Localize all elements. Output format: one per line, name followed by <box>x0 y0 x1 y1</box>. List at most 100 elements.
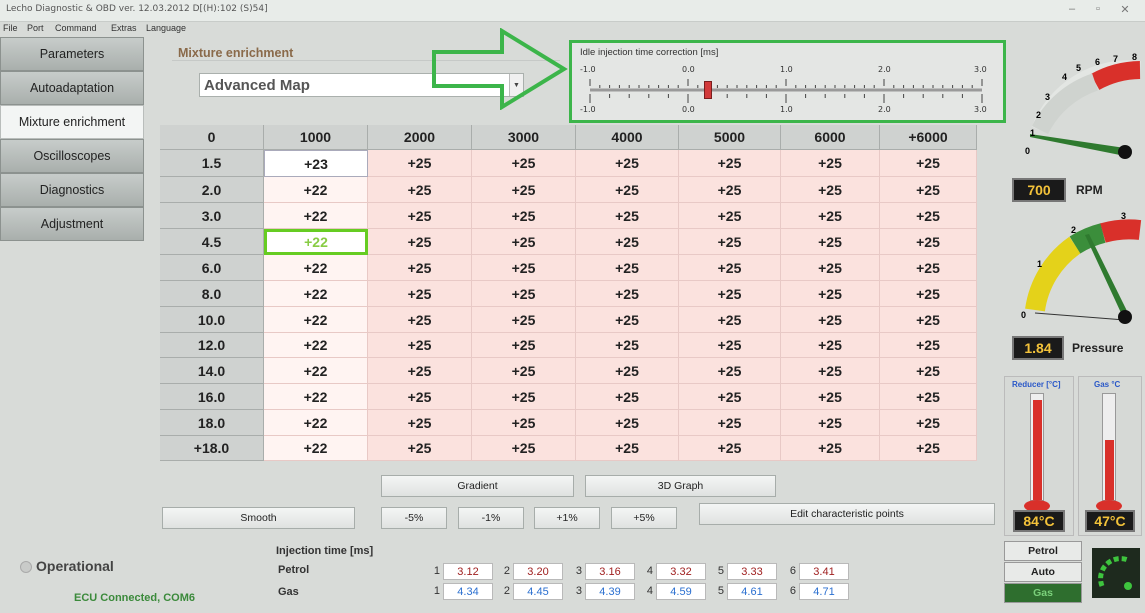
table-cell[interactable]: +22 <box>264 333 368 358</box>
sidebar-item-parameters[interactable]: Parameters <box>0 37 144 71</box>
table-cell[interactable]: +25 <box>472 384 576 410</box>
table-cell[interactable]: +25 <box>781 410 880 436</box>
table-cell[interactable]: +25 <box>679 255 781 281</box>
table-cell[interactable]: +23 <box>264 150 368 177</box>
table-cell[interactable]: +25 <box>576 255 679 281</box>
table-cell[interactable]: +22 <box>264 255 368 281</box>
table-cell[interactable]: +22 <box>264 307 368 333</box>
mode-petrol-button[interactable]: Petrol <box>1004 541 1082 561</box>
table-cell[interactable]: +25 <box>880 333 977 358</box>
edit-points-button[interactable]: Edit characteristic points <box>699 503 995 525</box>
sidebar-item-mixture-enrichment[interactable]: Mixture enrichment <box>0 105 144 139</box>
table-cell[interactable]: +25 <box>880 358 977 384</box>
table-cell[interactable]: +25 <box>880 436 977 461</box>
table-cell[interactable]: +25 <box>781 384 880 410</box>
sidebar-item-diagnostics[interactable]: Diagnostics <box>0 173 144 207</box>
sidebar-item-oscilloscopes[interactable]: Oscilloscopes <box>0 139 144 173</box>
table-cell[interactable]: +22 <box>264 358 368 384</box>
table-cell[interactable]: +22 <box>264 436 368 461</box>
table-cell[interactable]: +25 <box>679 203 781 229</box>
minus-1-button[interactable]: -1% <box>458 507 524 529</box>
table-cell[interactable]: +25 <box>576 358 679 384</box>
table-cell[interactable]: +25 <box>368 150 472 177</box>
table-cell[interactable]: +25 <box>781 333 880 358</box>
gradient-button[interactable]: Gradient <box>381 475 574 497</box>
minimize-button[interactable]: – <box>1065 3 1079 15</box>
table-cell[interactable]: +25 <box>679 436 781 461</box>
table-cell[interactable]: +25 <box>679 150 781 177</box>
plus-1-button[interactable]: +1% <box>534 507 600 529</box>
table-cell[interactable]: +25 <box>472 358 576 384</box>
menu-language[interactable]: Language <box>146 23 186 33</box>
table-cell[interactable]: +25 <box>472 333 576 358</box>
table-cell[interactable]: +25 <box>472 410 576 436</box>
table-cell[interactable]: +25 <box>472 255 576 281</box>
mode-auto-button[interactable]: Auto <box>1004 562 1082 582</box>
table-cell[interactable]: +25 <box>679 307 781 333</box>
table-cell[interactable]: +25 <box>576 307 679 333</box>
menu-extras[interactable]: Extras <box>111 23 137 33</box>
table-cell[interactable]: +25 <box>880 177 977 203</box>
table-cell[interactable]: +25 <box>472 203 576 229</box>
menu-command[interactable]: Command <box>55 23 97 33</box>
table-cell[interactable]: +25 <box>880 229 977 255</box>
table-cell[interactable]: +25 <box>576 410 679 436</box>
table-cell[interactable]: +22 <box>264 384 368 410</box>
table-cell[interactable]: +25 <box>679 410 781 436</box>
close-button[interactable]: ✕ <box>1118 3 1132 16</box>
table-cell[interactable]: +25 <box>472 229 576 255</box>
table-cell[interactable]: +25 <box>368 307 472 333</box>
mode-gas-button[interactable]: Gas <box>1004 583 1082 603</box>
table-cell[interactable]: +25 <box>576 150 679 177</box>
table-cell[interactable]: +25 <box>576 177 679 203</box>
table-cell[interactable]: +25 <box>880 203 977 229</box>
table-cell[interactable]: +25 <box>880 281 977 307</box>
table-cell[interactable]: +25 <box>472 307 576 333</box>
table-cell[interactable]: +25 <box>781 358 880 384</box>
table-cell[interactable]: +25 <box>576 203 679 229</box>
table-cell[interactable]: +25 <box>368 203 472 229</box>
menu-port[interactable]: Port <box>27 23 44 33</box>
table-cell[interactable]: +25 <box>679 384 781 410</box>
table-cell[interactable]: +25 <box>679 229 781 255</box>
plus-5-button[interactable]: +5% <box>611 507 677 529</box>
menu-file[interactable]: File <box>3 23 18 33</box>
sidebar-item-autoadaptation[interactable]: Autoadaptation <box>0 71 144 105</box>
table-cell[interactable]: +25 <box>679 177 781 203</box>
table-cell[interactable]: +25 <box>576 229 679 255</box>
table-cell[interactable]: +25 <box>679 333 781 358</box>
table-cell[interactable]: +22 <box>264 410 368 436</box>
table-cell[interactable]: +25 <box>880 307 977 333</box>
table-cell[interactable]: +22 <box>264 281 368 307</box>
table-cell[interactable]: +25 <box>472 177 576 203</box>
table-cell[interactable]: +25 <box>472 150 576 177</box>
idle-slider-thumb[interactable] <box>703 81 712 99</box>
table-cell[interactable]: +22 <box>264 229 368 255</box>
sidebar-item-adjustment[interactable]: Adjustment <box>0 207 144 241</box>
table-cell[interactable]: +25 <box>472 281 576 307</box>
table-cell[interactable]: +25 <box>781 436 880 461</box>
table-cell[interactable]: +25 <box>679 281 781 307</box>
smooth-button[interactable]: Smooth <box>162 507 355 529</box>
table-cell[interactable]: +25 <box>679 358 781 384</box>
table-cell[interactable]: +25 <box>368 410 472 436</box>
table-cell[interactable]: +25 <box>368 384 472 410</box>
table-cell[interactable]: +25 <box>880 255 977 281</box>
table-cell[interactable]: +25 <box>781 203 880 229</box>
minus-5-button[interactable]: -5% <box>381 507 447 529</box>
table-cell[interactable]: +25 <box>576 281 679 307</box>
table-cell[interactable]: +25 <box>880 150 977 177</box>
table-cell[interactable]: +25 <box>368 358 472 384</box>
table-cell[interactable]: +22 <box>264 203 368 229</box>
table-cell[interactable]: +25 <box>781 255 880 281</box>
table-cell[interactable]: +25 <box>781 150 880 177</box>
table-cell[interactable]: +25 <box>368 229 472 255</box>
table-cell[interactable]: +25 <box>781 307 880 333</box>
table-cell[interactable]: +25 <box>781 229 880 255</box>
table-cell[interactable]: +25 <box>472 436 576 461</box>
table-cell[interactable]: +25 <box>880 410 977 436</box>
table-cell[interactable]: +22 <box>264 177 368 203</box>
table-cell[interactable]: +25 <box>368 281 472 307</box>
table-cell[interactable]: +25 <box>368 436 472 461</box>
table-cell[interactable]: +25 <box>576 436 679 461</box>
